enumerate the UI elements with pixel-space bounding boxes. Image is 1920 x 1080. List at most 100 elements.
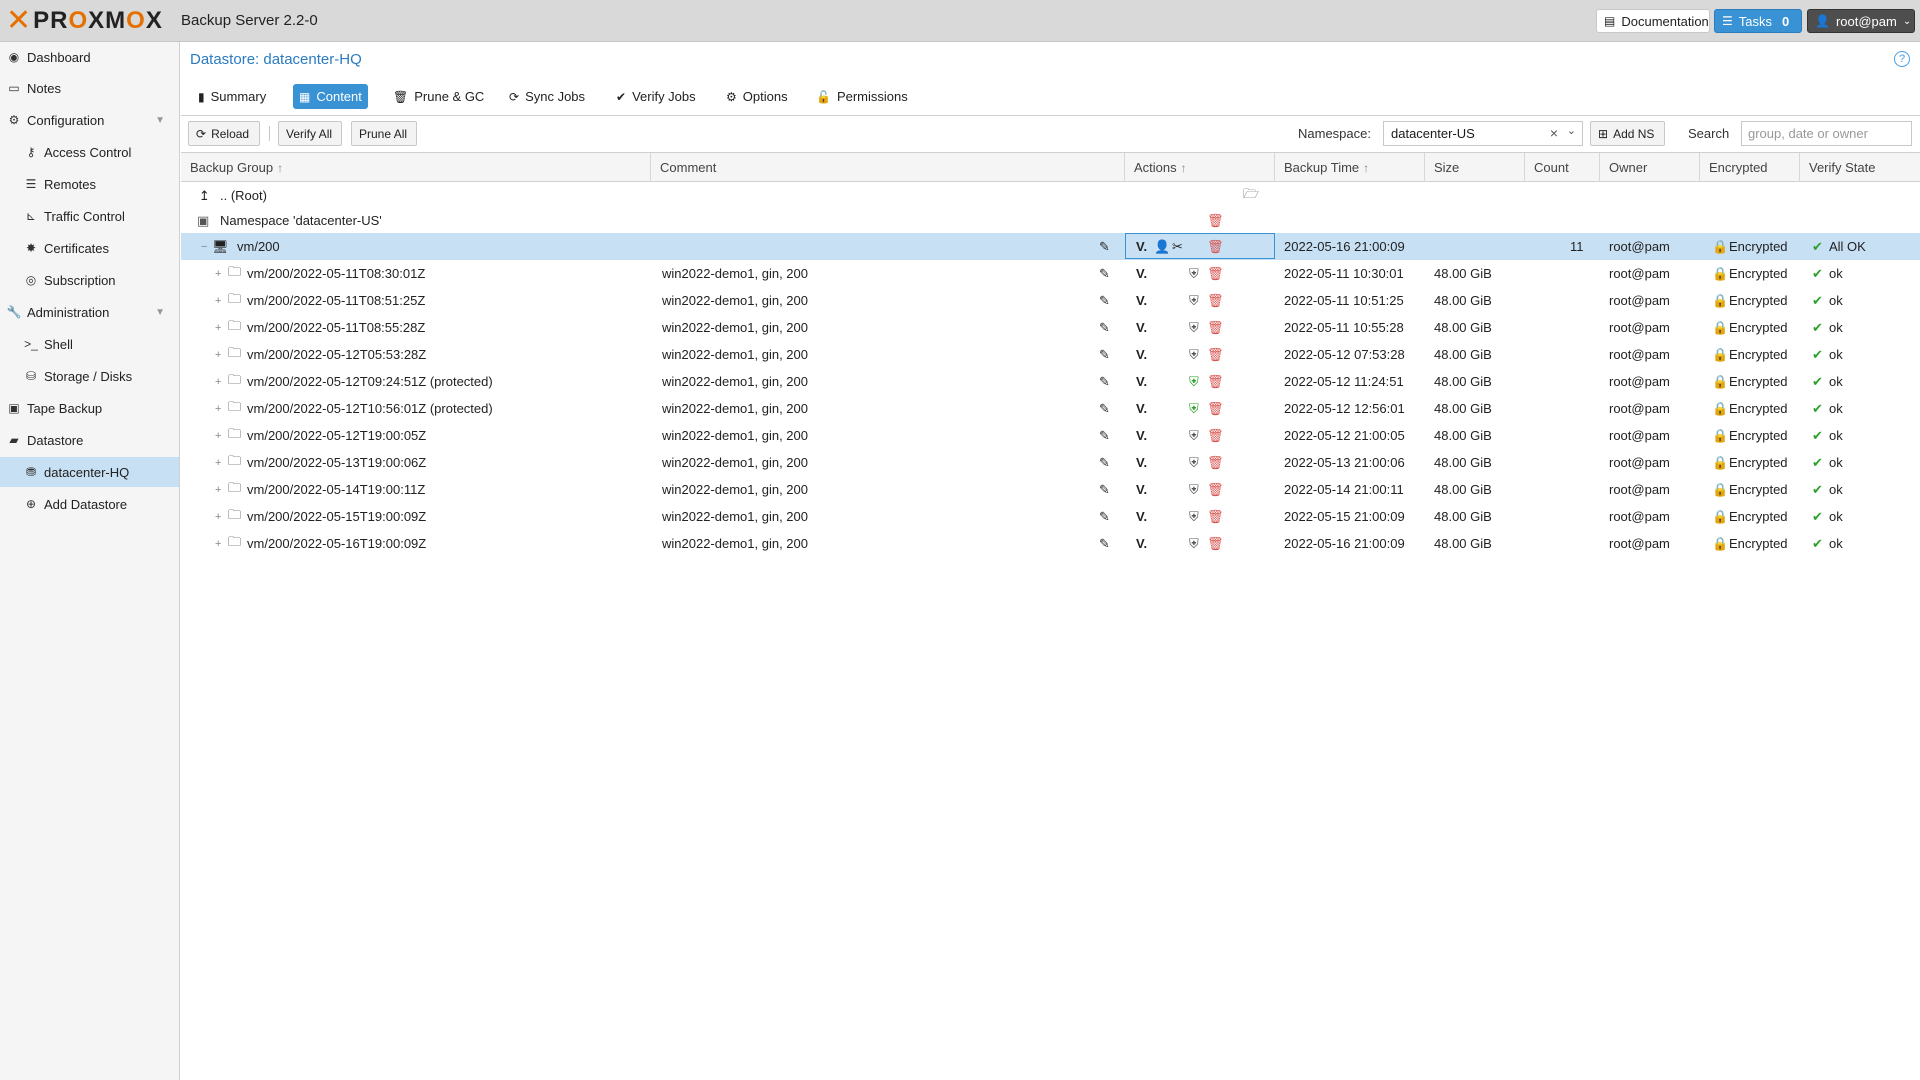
user-menu-button[interactable]: 👤 root@pam ⌄ [1807, 9, 1915, 33]
edit-icon[interactable]: ✎ [1099, 260, 1110, 287]
snapshot-row[interactable]: + 🗀 vm/200/2022-05-11T08:51:25Z win2022-dem… [181, 287, 1920, 314]
sidebar-item-administration[interactable]: 🔧 Administration ▼ [0, 297, 179, 327]
edit-icon[interactable]: ✎ [1099, 395, 1110, 422]
verify-icon[interactable]: V. [1136, 287, 1147, 314]
sidebar-item-dashboard[interactable]: ◉ Dashboard [0, 42, 179, 72]
shield-icon[interactable]: ⛨ [1189, 341, 1199, 368]
shield-icon[interactable]: ⛨ [1189, 260, 1199, 287]
shield-icon[interactable]: ⛨ [1189, 530, 1199, 557]
edit-icon[interactable]: ✎ [1099, 341, 1110, 368]
tab-permissions[interactable]: 🔓 Permissions [810, 84, 914, 109]
edit-icon[interactable]: ✎ [1099, 449, 1110, 476]
snapshot-row[interactable]: + 🗀 vm/200/2022-05-14T19:00:11Z win2022-dem… [181, 476, 1920, 503]
delete-icon[interactable]: 🗑 [1207, 422, 1224, 449]
shield-icon[interactable]: ⛨ [1189, 422, 1199, 449]
tab-options[interactable]: ⚙ Options [720, 84, 794, 109]
tab-prune-gc[interactable]: 🗑 Prune & GC [387, 84, 490, 109]
shield-icon[interactable]: ⛨ [1189, 287, 1199, 314]
sidebar-item-tape-backup[interactable]: ▣ Tape Backup [0, 393, 179, 423]
snapshot-row[interactable]: + 🗀 vm/200/2022-05-16T19:00:09Z win2022-dem… [181, 530, 1920, 557]
verify-icon[interactable]: V. [1136, 449, 1147, 476]
edit-icon[interactable]: ✎ [1099, 368, 1110, 395]
shield-protected-icon[interactable]: ⛨ [1189, 395, 1199, 422]
verify-icon[interactable]: V. [1136, 368, 1147, 395]
shield-icon[interactable]: ⛨ [1189, 449, 1199, 476]
chevron-down-icon[interactable]: ⌄ [1567, 124, 1576, 137]
namespace-row[interactable]: ▣ Namespace 'datacenter-US' 🗑 [181, 207, 1920, 234]
group-row[interactable]: − 🖥 vm/200 ✎ V. 👤 ✂ 🗑 2022-05-16 21:00:0… [181, 233, 1920, 260]
column-header-actions[interactable]: Actions ↑ [1125, 153, 1275, 182]
tab-content[interactable]: ▦ Content [293, 84, 368, 109]
sidebar-item-access-control[interactable]: ⚷ Access Control [0, 137, 179, 167]
snapshot-row[interactable]: + 🗀 vm/200/2022-05-13T19:00:06Z win2022-dem… [181, 449, 1920, 476]
sidebar-item-traffic-control[interactable]: ⊾ Traffic Control [0, 201, 179, 231]
snapshot-row[interactable]: + 🗀 vm/200/2022-05-11T08:55:28Z win2022-dem… [181, 314, 1920, 341]
expand-icon[interactable]: + [215, 476, 221, 503]
column-header-backup-time[interactable]: Backup Time ↑ [1275, 153, 1425, 182]
proxmox-logo[interactable]: ✕ PROXMOX [6, 6, 163, 36]
help-icon[interactable]: ? [1894, 51, 1910, 67]
edit-icon[interactable]: ✎ [1099, 314, 1110, 341]
column-header-backup-group[interactable]: Backup Group ↑ [181, 153, 651, 182]
verify-icon[interactable]: V. [1136, 341, 1147, 368]
snapshot-row[interactable]: + 🗀 vm/200/2022-05-15T19:00:09Z win2022-dem… [181, 503, 1920, 530]
expand-icon[interactable]: + [215, 368, 221, 395]
prune-all-button[interactable]: Prune All [351, 121, 417, 146]
sidebar-item-shell[interactable]: >_ Shell [0, 329, 179, 359]
verify-icon[interactable]: V. [1136, 233, 1147, 260]
edit-icon[interactable]: ✎ [1099, 476, 1110, 503]
tab-verify-jobs[interactable]: ✔ Verify Jobs [610, 84, 702, 109]
delete-icon[interactable]: 🗑 [1207, 287, 1224, 314]
delete-icon[interactable]: 🗑 [1207, 476, 1224, 503]
column-header-owner[interactable]: Owner [1600, 153, 1700, 182]
verify-icon[interactable]: V. [1136, 422, 1147, 449]
expand-icon[interactable]: + [215, 449, 221, 476]
tasks-button[interactable]: ☰ Tasks 0 [1714, 9, 1802, 33]
folder-open-icon[interactable]: 🗁 [1243, 182, 1259, 209]
delete-icon[interactable]: 🗑 [1207, 530, 1224, 557]
column-header-verify-state[interactable]: Verify State [1800, 153, 1920, 182]
sidebar-item-add-datastore[interactable]: ⊕ Add Datastore [0, 489, 179, 519]
verify-icon[interactable]: V. [1136, 476, 1147, 503]
snapshot-row[interactable]: + 🗀 vm/200/2022-05-11T08:30:01Z win2022-dem… [181, 260, 1920, 287]
sidebar-item-datastore[interactable]: ▰ Datastore [0, 425, 179, 455]
snapshot-row[interactable]: + 🗀 vm/200/2022-05-12T19:00:05Z win2022-dem… [181, 422, 1920, 449]
expand-icon[interactable]: + [215, 341, 221, 368]
sidebar-item-datacenter-hq[interactable]: ⛃ datacenter-HQ [0, 457, 179, 487]
collapse-icon[interactable]: − [201, 233, 207, 260]
snapshot-row[interactable]: + 🗀 vm/200/2022-05-12T10:56:01Z (protected… [181, 395, 1920, 422]
expand-icon[interactable]: + [215, 314, 221, 341]
namespace-select[interactable]: datacenter-US × ⌄ [1383, 121, 1583, 146]
shield-protected-icon[interactable]: ⛨ [1189, 368, 1199, 395]
collapse-caret-icon[interactable]: ▼ [155, 307, 165, 318]
prune-scissors-icon[interactable]: ✂ [1172, 233, 1183, 260]
snapshot-row[interactable]: + 🗀 vm/200/2022-05-12T09:24:51Z (protected… [181, 368, 1920, 395]
verify-all-button[interactable]: Verify All [278, 121, 342, 146]
verify-icon[interactable]: V. [1136, 260, 1147, 287]
delete-icon[interactable]: 🗑 [1207, 449, 1224, 476]
tab-sync-jobs[interactable]: ⟳ Sync Jobs [503, 84, 591, 109]
shield-icon[interactable]: ⛨ [1189, 503, 1199, 530]
expand-icon[interactable]: + [215, 395, 221, 422]
delete-icon[interactable]: 🗑 [1207, 341, 1224, 368]
delete-icon[interactable]: 🗑 [1207, 207, 1224, 234]
edit-icon[interactable]: ✎ [1099, 530, 1110, 557]
collapse-caret-icon[interactable]: ▼ [155, 115, 165, 126]
shield-icon[interactable]: ⛨ [1189, 314, 1199, 341]
root-row[interactable]: ↥ .. (Root) 🗁 [181, 182, 1920, 209]
sidebar-item-remotes[interactable]: ☰ Remotes [0, 169, 179, 199]
sidebar-item-notes[interactable]: ▭ Notes [0, 73, 179, 103]
verify-icon[interactable]: V. [1136, 530, 1147, 557]
sidebar-item-storage-disks[interactable]: ⛁ Storage / Disks [0, 361, 179, 391]
verify-icon[interactable]: V. [1136, 314, 1147, 341]
sidebar-item-configuration[interactable]: ⚙ Configuration ▼ [0, 105, 179, 135]
sidebar-item-subscription[interactable]: ◎ Subscription [0, 265, 179, 295]
delete-icon[interactable]: 🗑 [1207, 260, 1224, 287]
sidebar-item-certificates[interactable]: ✸ Certificates [0, 233, 179, 263]
documentation-button[interactable]: ▤ Documentation [1596, 9, 1710, 33]
column-header-encrypted[interactable]: Encrypted [1700, 153, 1800, 182]
column-header-count[interactable]: Count [1525, 153, 1600, 182]
column-header-comment[interactable]: Comment [651, 153, 1125, 182]
verify-icon[interactable]: V. [1136, 503, 1147, 530]
change-owner-icon[interactable]: 👤 [1154, 233, 1170, 260]
